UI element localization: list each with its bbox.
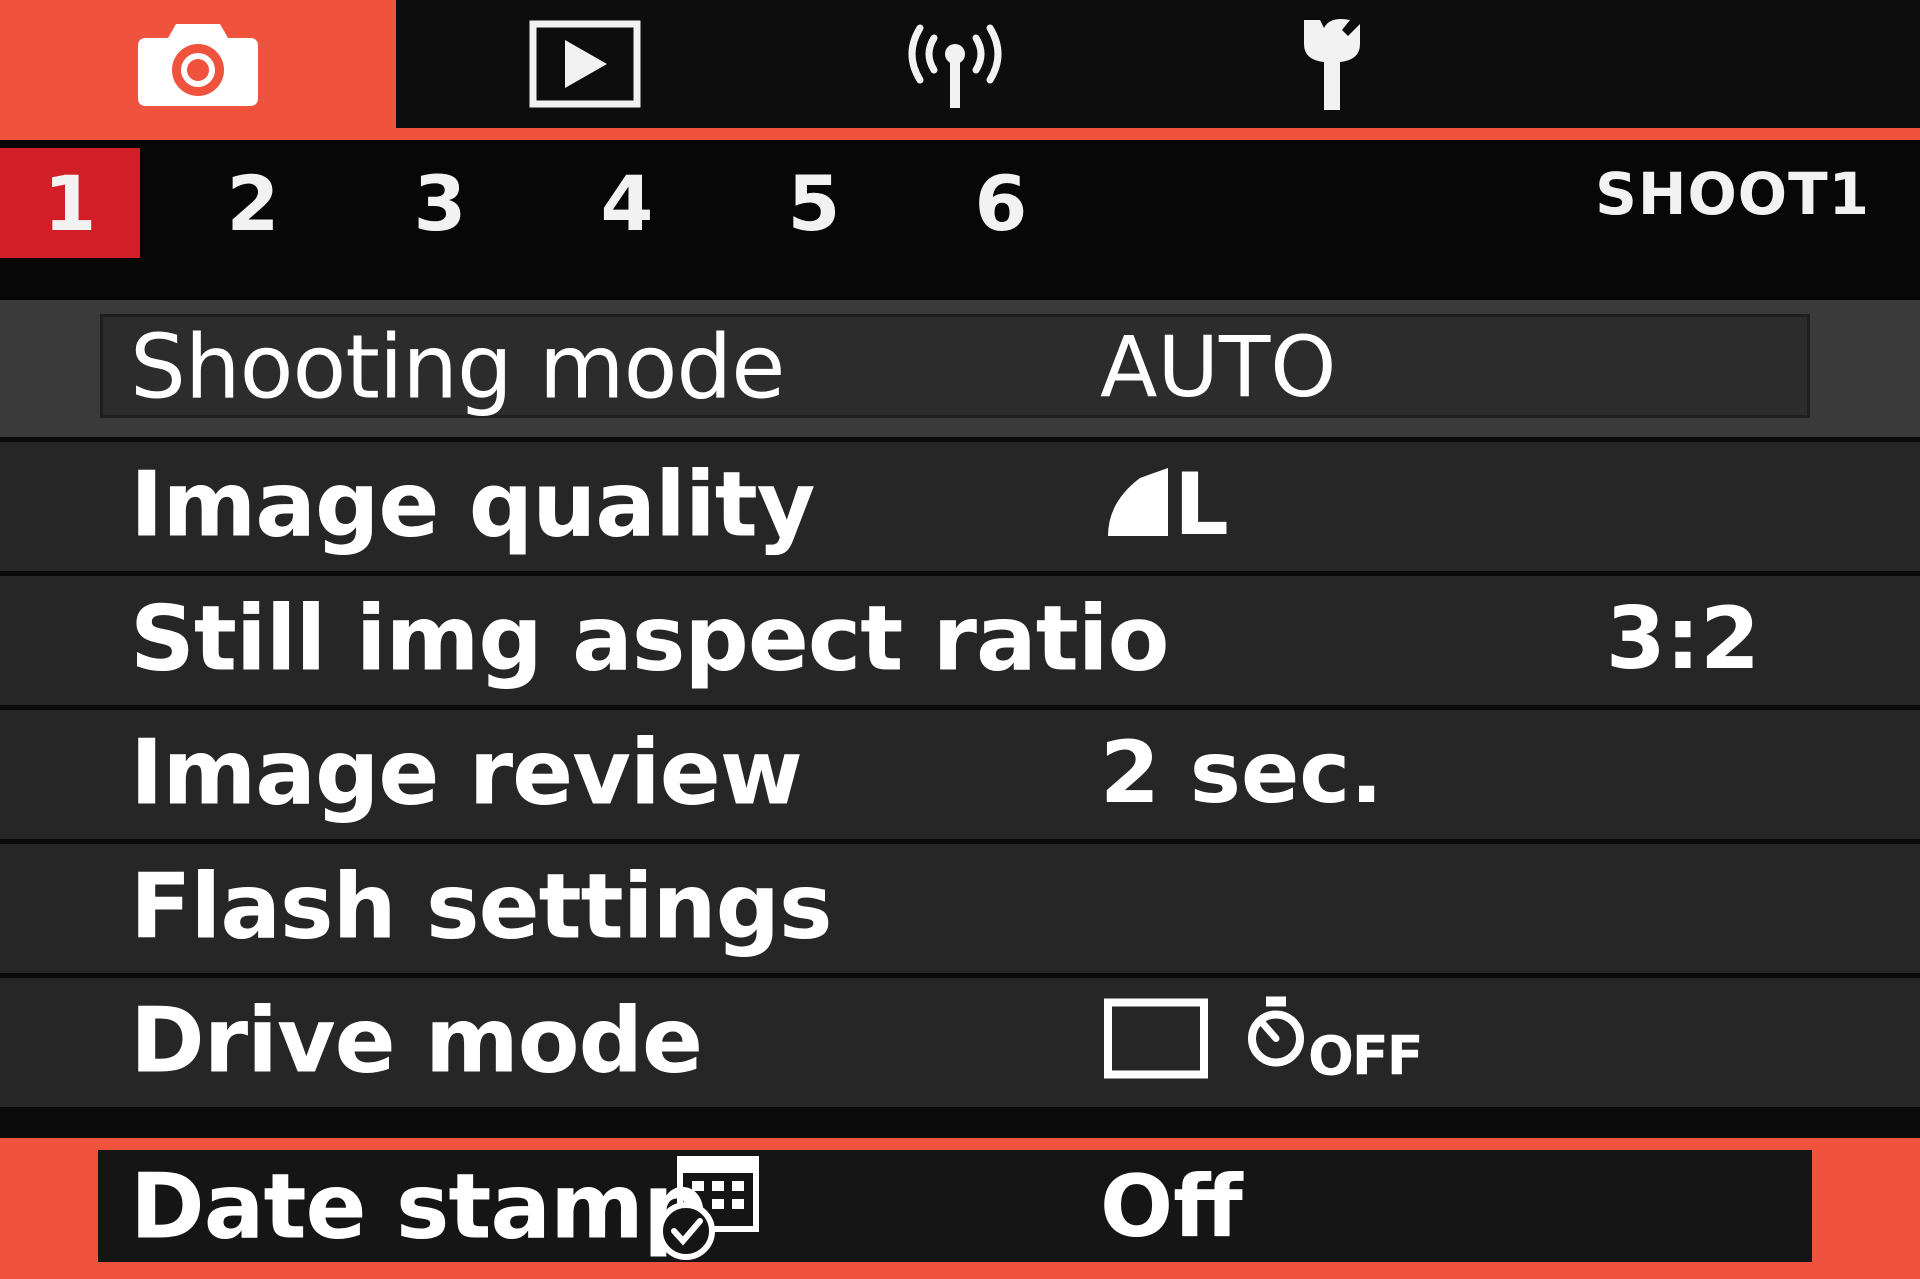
- page-tab-1[interactable]: 1: [0, 148, 140, 258]
- category-underline: [0, 128, 1920, 140]
- menu-item-value: 3:2: [1605, 588, 1760, 689]
- camera-icon: [138, 24, 258, 106]
- self-timer-off-text: OFF: [1307, 1023, 1424, 1087]
- page-tab-2[interactable]: 2: [183, 148, 323, 258]
- menu-item-image-review[interactable]: Image review 2 sec.: [0, 710, 1920, 844]
- menu-item-flash-settings[interactable]: Flash settings: [0, 844, 1920, 978]
- tab-playback[interactable]: [500, 0, 670, 128]
- menu-item-label: Date stamp: [130, 1153, 707, 1259]
- menu-item-value: Off: [1100, 1156, 1243, 1257]
- menu-item-aspect-ratio[interactable]: Still img aspect ratio 3:2: [0, 576, 1920, 710]
- tab-setup[interactable]: [1245, 0, 1415, 128]
- menu-item-label: Drive mode: [130, 987, 703, 1093]
- page-tab-4[interactable]: 4: [557, 148, 697, 258]
- quality-size-text: L: [1174, 454, 1229, 555]
- date-stamp-icon: [657, 1155, 759, 1260]
- menu-item-value: 2 sec.: [1100, 722, 1383, 823]
- page-tab-bar: 1 2 3 4 5 6 SHOOT1: [0, 140, 1920, 300]
- menu-item-date-stamp[interactable]: Date stamp Off: [0, 1138, 1920, 1279]
- category-tab-bar: [0, 0, 1920, 140]
- page-tab-6[interactable]: 6: [931, 148, 1071, 258]
- wrench-icon: [1304, 19, 1360, 110]
- menu-item-label: Image review: [130, 719, 803, 825]
- menu-item-image-quality[interactable]: Image quality L: [0, 442, 1920, 576]
- tab-shooting[interactable]: [0, 0, 396, 128]
- menu-item-label: Still img aspect ratio: [130, 585, 1169, 691]
- page-tab-5[interactable]: 5: [744, 148, 884, 258]
- menu-item-drive-mode[interactable]: Drive mode OFF: [0, 978, 1920, 1112]
- menu-item-value: L: [1104, 455, 1229, 555]
- menu-item-label: Image quality: [130, 451, 815, 557]
- self-timer-off-icon: [1247, 995, 1304, 1066]
- menu-item-value: AUTO: [1100, 317, 1337, 416]
- quality-fine-icon: [1108, 467, 1168, 536]
- single-shot-icon: [1104, 997, 1208, 1078]
- page-name: SHOOT1: [1595, 160, 1870, 228]
- menu-item-label: Flash settings: [130, 853, 833, 959]
- menu-item-shooting-mode[interactable]: Shooting mode AUTO: [0, 300, 1920, 442]
- menu-item-value: OFF: [1104, 990, 1424, 1091]
- menu-item-label: Shooting mode: [130, 314, 785, 418]
- playback-icon: [529, 20, 641, 108]
- tab-wireless[interactable]: [870, 0, 1040, 128]
- page-tab-3[interactable]: 3: [370, 148, 510, 258]
- wireless-icon: [908, 24, 1002, 108]
